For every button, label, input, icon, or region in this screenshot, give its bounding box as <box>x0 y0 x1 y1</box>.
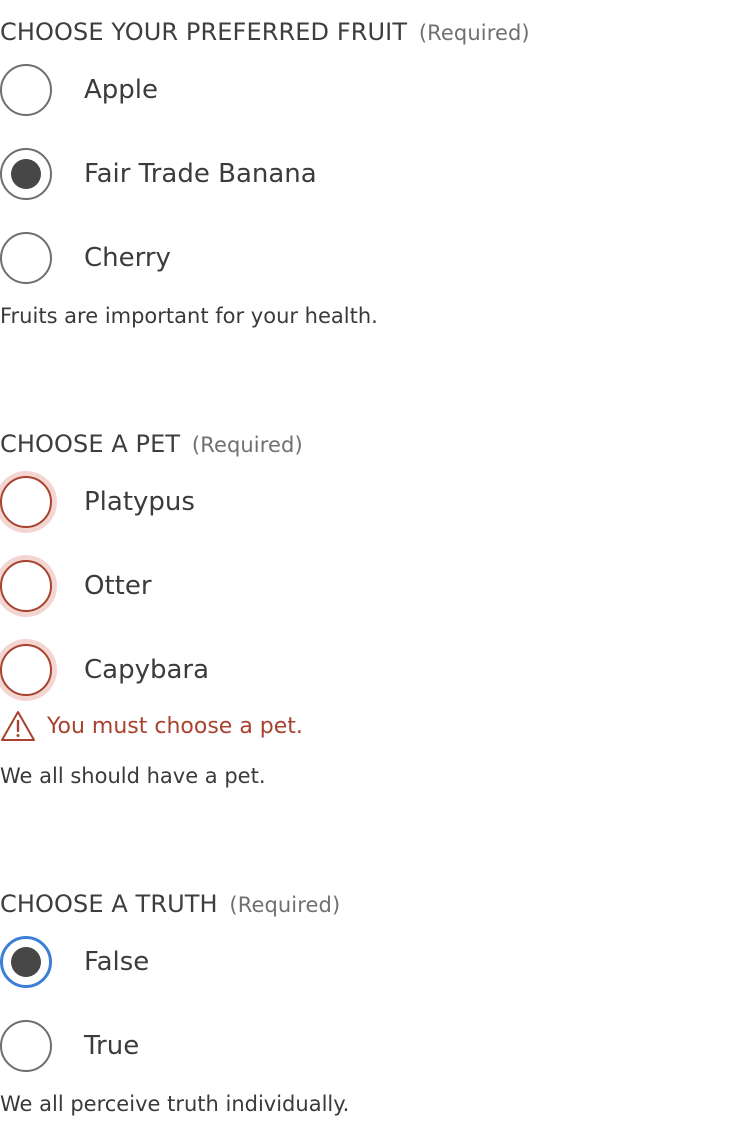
radio-label-otter[interactable]: Otter <box>84 566 152 606</box>
radio-label-false[interactable]: False <box>84 942 149 982</box>
radio-button-apple[interactable] <box>0 64 52 116</box>
truth-hint-text: We all perceive truth individually. <box>0 1092 350 1116</box>
truth-legend-text: CHOOSE A TRUTH <box>0 890 218 918</box>
radio-button-true[interactable] <box>0 1020 52 1072</box>
radio-label-apple[interactable]: Apple <box>84 70 158 110</box>
radio-label-fair-trade-banana[interactable]: Fair Trade Banana <box>84 154 317 194</box>
radio-option-cherry[interactable]: Cherry <box>0 232 500 284</box>
radio-option-true[interactable]: True <box>0 1020 500 1072</box>
radio-label-capybara[interactable]: Capybara <box>84 650 209 690</box>
pet-hint-text: We all should have a pet. <box>0 764 266 788</box>
radio-label-platypus[interactable]: Platypus <box>84 482 195 522</box>
radio-button-cherry[interactable] <box>0 232 52 284</box>
fruit-legend-text: CHOOSE YOUR PREFERRED FRUIT <box>0 18 408 46</box>
radio-button-fair-trade-banana[interactable] <box>0 148 52 200</box>
fruit-group-legend: CHOOSE YOUR PREFERRED FRUIT (Required) <box>0 15 530 49</box>
radio-label-cherry[interactable]: Cherry <box>84 238 171 278</box>
radio-dot <box>11 159 41 189</box>
pet-group-legend: CHOOSE A PET (Required) <box>0 427 303 461</box>
radio-button-false[interactable] <box>0 936 52 988</box>
radio-option-otter[interactable]: Otter <box>0 560 500 612</box>
truth-required-indicator: (Required) <box>229 893 341 917</box>
pet-error-text: You must choose a pet. <box>47 714 303 739</box>
radio-button-capybara[interactable] <box>0 644 52 696</box>
warning-triangle-icon <box>1 711 35 741</box>
radio-option-false[interactable]: False <box>0 936 500 988</box>
radio-option-apple[interactable]: Apple <box>0 64 500 116</box>
radio-dot <box>11 947 41 977</box>
pet-legend-text: CHOOSE A PET <box>0 430 181 458</box>
fruit-hint-text: Fruits are important for your health. <box>0 304 378 328</box>
fruit-required-indicator: (Required) <box>418 21 530 45</box>
pet-required-indicator: (Required) <box>191 433 303 457</box>
radio-option-capybara[interactable]: Capybara <box>0 644 500 696</box>
truth-group-legend: CHOOSE A TRUTH (Required) <box>0 887 340 921</box>
radio-label-true[interactable]: True <box>84 1026 139 1066</box>
radio-button-platypus[interactable] <box>0 476 52 528</box>
radio-option-platypus[interactable]: Platypus <box>0 476 500 528</box>
radio-option-fair-trade-banana[interactable]: Fair Trade Banana <box>0 148 500 200</box>
radio-button-otter[interactable] <box>0 560 52 612</box>
